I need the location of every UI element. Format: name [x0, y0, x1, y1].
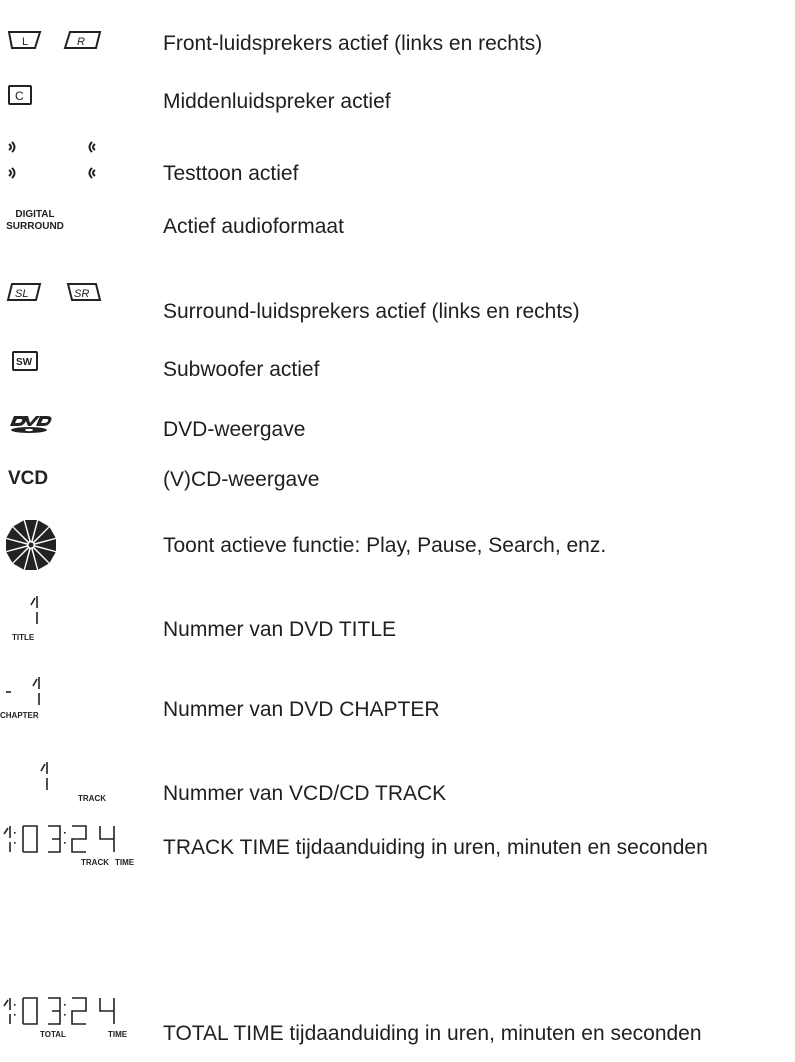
- legend-text: Nummer van DVD CHAPTER: [163, 698, 440, 721]
- svg-text:TRACK: TRACK: [78, 794, 106, 803]
- legend-text: Actief audioformaat: [163, 215, 344, 238]
- svg-text:R: R: [77, 36, 85, 48]
- legend-row-front-speakers: L R Front-luidsprekers actief (links en …: [0, 28, 795, 68]
- svg-text:VCD: VCD: [8, 468, 48, 489]
- legend-row-dvd: DVD-weergave: [0, 412, 795, 452]
- svg-text:TIME: TIME: [108, 1030, 128, 1039]
- svg-text:SURROUND: SURROUND: [6, 221, 64, 232]
- svg-text:C: C: [15, 89, 24, 103]
- title-number-icon: TITLE: [12, 596, 38, 642]
- legend-text: Middenluidspreker actief: [163, 90, 391, 113]
- legend-row-digital-surround: DIGITAL SURROUND Actief audioformaat: [0, 205, 795, 245]
- legend-text: Testtoon actief: [163, 162, 299, 185]
- svg-text:SW: SW: [16, 357, 33, 368]
- legend-text: Toont actieve functie: Play, Pause, Sear…: [163, 534, 607, 557]
- vcd-icon: VCD: [8, 468, 48, 489]
- svg-text:TIME: TIME: [115, 858, 135, 867]
- svg-text:SL: SL: [15, 288, 28, 300]
- track-number-icon: TRACK: [40, 762, 106, 803]
- legend-row-center-speaker: C Middenluidspreker actief: [0, 82, 795, 122]
- svg-text:TITLE: TITLE: [12, 633, 35, 642]
- chapter-number-icon: CHAPTER: [0, 677, 40, 720]
- legend-text: TOTAL TIME tijdaanduiding in uren, minut…: [163, 1022, 702, 1045]
- svg-text:TRACK: TRACK: [81, 858, 109, 867]
- svg-text:L: L: [22, 36, 28, 48]
- svg-text:SR: SR: [74, 288, 89, 300]
- legend-text: Nummer van VCD/CD TRACK: [163, 782, 447, 805]
- legend-row-track: TRACK Nummer van VCD/CD TRACK: [0, 740, 795, 810]
- legend-text: Nummer van DVD TITLE: [163, 618, 396, 641]
- svg-text:CHAPTER: CHAPTER: [0, 711, 39, 720]
- legend-text: Surround-luidsprekers actief (links en r…: [163, 300, 580, 323]
- legend-text: Front-luidsprekers actief (links en rech…: [163, 32, 543, 55]
- total-time-display-icon: TOTAL TIME: [3, 997, 128, 1039]
- digital-surround-icon: DIGITAL SURROUND: [6, 209, 64, 232]
- legend-row-total-time: TOTAL TIME TOTAL TIME tijdaanduiding in …: [0, 992, 795, 1062]
- svg-text:TOTAL: TOTAL: [40, 1030, 66, 1039]
- legend-row-title: TITLE Nummer van DVD TITLE: [0, 592, 795, 652]
- legend-text: (V)CD-weergave: [163, 468, 320, 491]
- legend-text: Subwoofer actief: [163, 358, 320, 381]
- legend-text: TRACK TIME tijdaanduiding in uren, minut…: [163, 836, 708, 859]
- legend-row-surround-speakers: SL SR Surround-luidsprekers actief (link…: [0, 280, 795, 323]
- track-time-display-icon: TRACK TIME: [3, 825, 135, 867]
- subwoofer-icon: SW: [12, 351, 38, 371]
- svg-text:DIGITAL: DIGITAL: [15, 209, 54, 220]
- surround-speakers-icon: SL SR: [6, 283, 102, 301]
- legend-row-test-tone: Testtoon actief: [0, 138, 795, 190]
- legend-row-subwoofer: SW Subwoofer actief: [0, 348, 795, 388]
- legend-row-function: Toont actieve functie: Play, Pause, Sear…: [0, 515, 795, 575]
- disc-wheel-icon: [6, 520, 56, 570]
- legend-row-vcd: VCD (V)CD-weergave: [0, 464, 795, 504]
- test-tone-icon: [8, 141, 96, 179]
- legend-row-chapter: CHAPTER Nummer van DVD CHAPTER: [0, 670, 795, 730]
- front-speakers-icon: L R: [7, 31, 102, 49]
- legend-row-track-time: TRACK TIME TRACK TIME tijdaanduiding in …: [0, 818, 795, 880]
- center-speaker-icon: C: [8, 85, 32, 105]
- dvd-logo-icon: [10, 416, 52, 433]
- legend-text: DVD-weergave: [163, 418, 306, 441]
